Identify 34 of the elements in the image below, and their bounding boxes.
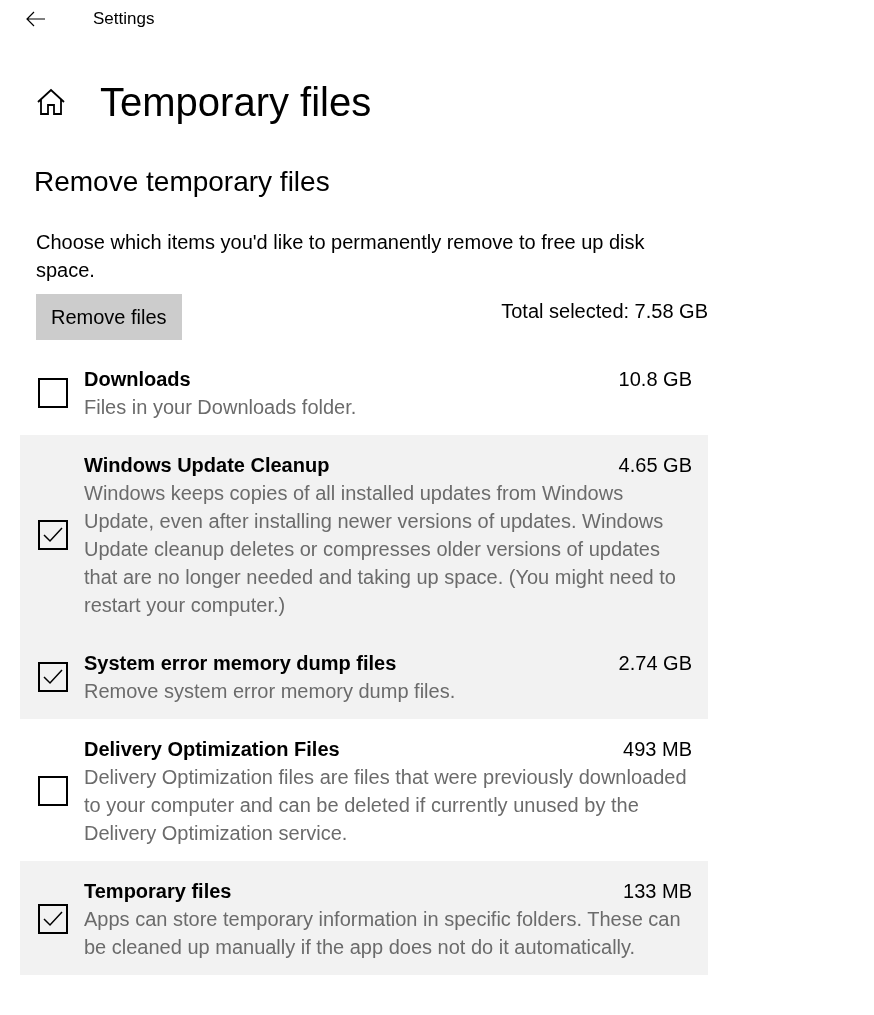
- item-title: Downloads: [84, 367, 191, 392]
- item-title: Windows Update Cleanup: [84, 453, 330, 478]
- item-title: System error memory dump files: [84, 651, 397, 676]
- checkmark-icon: [43, 911, 63, 927]
- item-size: 2.74 GB: [618, 651, 692, 676]
- section-description: Choose which items you'd like to permanently remove to free up disk space.: [36, 230, 646, 283]
- item-description: Delivery Optimization files are files that were previously downloaded to your computer and can be deleted if currently unused by the Delivery Optimization service.: [84, 765, 688, 846]
- total-selected-label: Total selected: 7.58 GB: [501, 299, 708, 324]
- checkbox[interactable]: [38, 520, 68, 550]
- section-title: Remove temporary files: [34, 165, 331, 199]
- back-arrow-icon: [26, 11, 46, 27]
- item-title: Temporary files: [84, 879, 232, 904]
- checkbox[interactable]: [38, 662, 68, 692]
- item-row[interactable]: [20, 435, 708, 633]
- page-title: Temporary files: [100, 79, 372, 126]
- checkmark-icon: [43, 527, 63, 543]
- item-size: 10.8 GB: [618, 367, 692, 392]
- remove-files-button[interactable]: Remove files: [36, 294, 182, 340]
- home-icon[interactable]: [36, 88, 66, 116]
- item-size: 4.65 GB: [618, 453, 692, 478]
- item-description: Apps can store temporary information in specific folders. These can be cleaned up manually if the app does not do it automatically.: [84, 907, 682, 960]
- item-description: Windows keeps copies of all installed updates from Windows Update, even after installing newer versions of updates. Windows Update cleanup deletes or compresses older versions of updates that are no longer needed and taking up space. (You might need to restart your computer.): [84, 481, 677, 618]
- checkbox[interactable]: [38, 378, 68, 408]
- window-title: Settings: [93, 8, 155, 31]
- checkmark-icon: [43, 669, 63, 685]
- item-row[interactable]: Temporary files 133 MB Apps can store temporary information in specific folders. These can be cleaned up manually if the app does not do it automatically.: [20, 861, 708, 975]
- item-size: 493 MB: [623, 737, 692, 762]
- checkbox[interactable]: [38, 904, 68, 934]
- checkbox[interactable]: [38, 776, 68, 806]
- item-description: Files in your Downloads folder.: [84, 395, 358, 420]
- item-description: Remove system error memory dump files.: [84, 679, 457, 704]
- item-size: 133 MB: [623, 879, 692, 904]
- item-title: Delivery Optimization Files: [84, 737, 340, 762]
- item-row[interactable]: System error memory dump files 2.74 GB Remove system error memory dump files.: [20, 633, 708, 719]
